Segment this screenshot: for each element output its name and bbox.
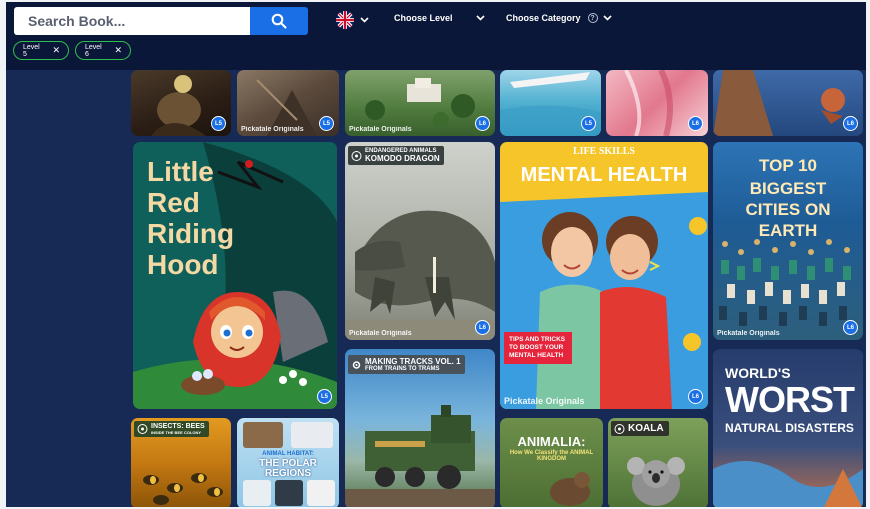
close-icon[interactable]: ✕	[52, 46, 60, 55]
book-title: INSECTS: BEES	[151, 423, 205, 430]
publisher-label: Pickatale Originals	[717, 330, 780, 337]
filter-chip-level-6[interactable]: Level 6 ✕	[75, 41, 131, 60]
book-tile[interactable]: L6	[606, 70, 708, 136]
leaf-icon	[137, 424, 148, 434]
level-badge: L6	[688, 116, 703, 131]
close-icon[interactable]: ✕	[114, 46, 122, 55]
leaf-icon	[614, 423, 625, 434]
chevron-down-icon	[475, 15, 485, 21]
leaf-icon	[351, 150, 362, 161]
gear-icon	[352, 360, 361, 369]
uk-flag-icon	[336, 11, 354, 29]
level-badge: L6	[843, 320, 858, 335]
book-subtitle: FROM TRAINS TO TRAMS	[365, 366, 440, 372]
book-tile[interactable]: Pickatale Originals L5	[237, 70, 339, 136]
app-frame: Choose Level Choose Category ? Level 5 ✕…	[6, 2, 866, 507]
filter-chip-label: Level 5	[23, 43, 40, 58]
book-tile-mental-health[interactable]: LIFE SKILLS MENTAL HEALTH TIPS AND TRICK…	[500, 142, 708, 409]
search-button[interactable]	[250, 7, 308, 35]
level-badge: L5	[211, 116, 226, 131]
book-tile-making-tracks[interactable]: MAKING TRACKS VOL. 1 FROM TRAINS TO TRAM…	[345, 349, 495, 507]
book-tile[interactable]: L5	[500, 70, 601, 136]
choose-level-label: Choose Level	[394, 13, 453, 23]
level-badge: L6	[688, 389, 703, 404]
series-tag: ENDANGERED ANIMALS KOMODO DRAGON	[348, 146, 444, 165]
book-tile-insects-bees[interactable]: INSECTS: BEES INSIDE THE BEE COLONY	[131, 418, 231, 507]
book-tile-worst-natural-disasters[interactable]: WORLD'S WORST NATURAL DISASTERS	[713, 349, 863, 507]
chevron-down-icon	[602, 15, 612, 21]
choose-category-dropdown[interactable]: Choose Category ?	[506, 13, 612, 23]
book-title: KOMODO DRAGON	[365, 154, 440, 163]
filter-chip-label: Level 6	[85, 43, 102, 58]
series-label: ANIMAL HABITAT:	[262, 451, 314, 457]
book-subtitle: INSIDE THE BEE COLONY	[151, 430, 202, 435]
book-tile-komodo-dragon[interactable]: ENDANGERED ANIMALS KOMODO DRAGON Pickata…	[345, 142, 495, 340]
level-badge: L6	[475, 320, 490, 335]
cover-illustration	[345, 210, 495, 340]
chevron-down-icon	[360, 17, 369, 23]
book-tile-animalia[interactable]: ANIMALIA: How We Classify the ANIMAL KIN…	[500, 418, 603, 507]
choose-level-dropdown[interactable]: Choose Level	[394, 13, 485, 23]
book-title: MAKING TRACKS VOL. 1	[365, 357, 461, 366]
book-tile[interactable]: Pickatale Originals L6	[345, 70, 495, 136]
level-badge: L5	[581, 116, 596, 131]
book-subtitle: NATURAL DISASTERS	[725, 421, 854, 435]
search-icon	[271, 13, 287, 29]
publisher-label: Pickatale Originals	[504, 396, 585, 406]
level-badge: L5	[319, 116, 334, 131]
help-icon[interactable]: ?	[587, 13, 598, 23]
search-input[interactable]	[14, 7, 250, 35]
series-label: TOP 10	[759, 156, 817, 175]
publisher-label: Pickatale Originals	[349, 330, 412, 337]
series-tag: KOALA	[611, 421, 669, 436]
choose-category-label: Choose Category	[506, 13, 581, 23]
book-title: MENTAL HEALTH	[520, 164, 688, 186]
book-title: Little Red Riding Hood	[147, 156, 235, 280]
book-title: THE POLAR REGIONS	[259, 458, 317, 479]
language-dropdown[interactable]	[336, 11, 369, 29]
book-subtitle: How We Classify the ANIMAL KINGDOM	[509, 450, 594, 462]
series-tag: MAKING TRACKS VOL. 1 FROM TRAINS TO TRAM…	[348, 355, 465, 374]
cover-illustration	[713, 70, 845, 136]
book-title: BIGGEST CITIES ON EARTH	[745, 179, 831, 240]
publisher-label: Pickatale Originals	[349, 126, 412, 133]
series-tag: INSECTS: BEES INSIDE THE BEE COLONY	[134, 421, 209, 437]
book-title: ANIMALIA:	[517, 434, 586, 449]
tips-banner: TIPS AND TRICKS TO BOOST YOUR MENTAL HEA…	[504, 332, 572, 364]
level-badge: L6	[843, 116, 858, 131]
book-title: KOALA	[628, 423, 664, 434]
filter-chip-level-5[interactable]: Level 5 ✕	[13, 41, 69, 60]
book-tile[interactable]: L5	[131, 70, 231, 136]
top-bar: Choose Level Choose Category ? Level 5 ✕…	[6, 2, 866, 70]
book-tile-little-red-riding-hood[interactable]: Little Red Riding Hood L5	[133, 142, 337, 409]
book-tile[interactable]: L6	[713, 70, 863, 136]
book-tile-biggest-cities[interactable]: TOP 10 BIGGEST CITIES ON EARTH Pickatale…	[713, 142, 863, 340]
cover-illustration	[550, 472, 590, 506]
series-label: LIFE SKILLS	[573, 146, 635, 157]
book-tile-polar-regions[interactable]: ANIMAL HABITAT: THE POLAR REGIONS	[237, 418, 339, 507]
level-badge: L6	[475, 116, 490, 131]
level-badge: L5	[317, 389, 332, 404]
publisher-label: Pickatale Originals	[241, 126, 304, 133]
book-tile-koala[interactable]: KOALA	[608, 418, 708, 507]
book-title: WORST	[725, 379, 855, 420]
